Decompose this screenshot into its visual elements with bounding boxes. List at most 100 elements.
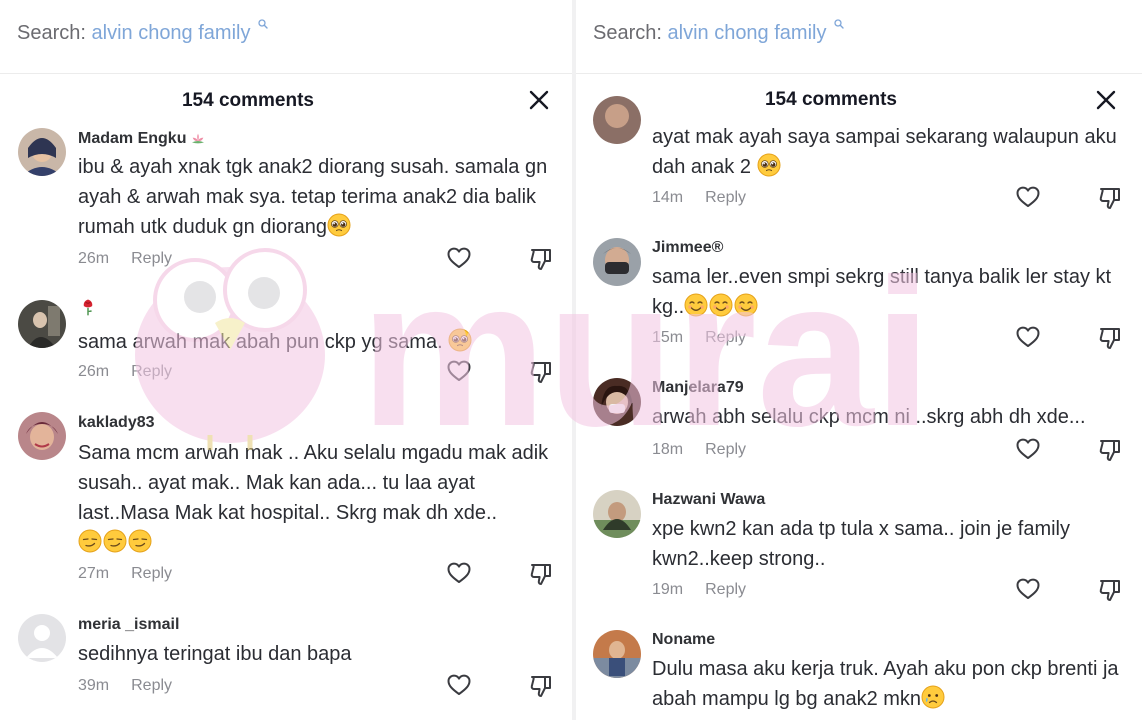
dislike-icon[interactable]	[528, 359, 554, 385]
pleading-face-emoji	[757, 153, 781, 177]
username[interactable]: meria _ismail	[78, 616, 179, 634]
comment-item: Jimmee® sama ler..even smpi sekrg still …	[576, 236, 1142, 356]
reply-button[interactable]: Reply	[131, 565, 172, 582]
pleading-face-emoji	[448, 328, 472, 352]
pleading-face-emoji	[327, 213, 351, 237]
comments-count-title: 154 comments	[181, 90, 314, 111]
username[interactable]: kaklady83	[78, 414, 155, 432]
avatar[interactable]	[593, 238, 641, 286]
reply-button[interactable]: Reply	[705, 329, 746, 346]
username[interactable]: Madam Engku	[78, 130, 209, 148]
avatar[interactable]	[593, 630, 641, 678]
reply-button[interactable]: Reply	[705, 189, 746, 206]
search-query[interactable]: alvin chong family	[668, 22, 827, 44]
comment-meta: 27m Reply	[78, 565, 172, 583]
comment-item: sama arwah mak abah pun ckp yg sama. 26m…	[0, 296, 572, 386]
comment-time: 26m	[78, 250, 110, 267]
dislike-icon[interactable]	[528, 561, 554, 587]
dislike-icon[interactable]	[1097, 437, 1123, 463]
comment-item: Noname Dulu masa aku kerja truk. Ayah ak…	[576, 628, 1142, 720]
heart-icon[interactable]	[1015, 184, 1041, 210]
dislike-icon[interactable]	[1097, 577, 1123, 603]
comment-text: ibu & ayah xnak tgk anak2 diorang susah.…	[78, 156, 548, 238]
rose-emoji	[83, 299, 93, 316]
heart-icon[interactable]	[446, 672, 472, 698]
comment-meta: 26m Reply	[78, 363, 172, 381]
heart-icon[interactable]	[446, 245, 472, 271]
comment-text: arwah abh selalu ckp mcm ni ..skrg abh d…	[652, 406, 1086, 428]
search-bar[interactable]: Search: alvin chong family	[576, 0, 1142, 74]
comment-item: Hazwani Wawa xpe kwn2 kan ada tp tula x …	[576, 488, 1142, 608]
smiling-face-emoji	[684, 293, 708, 317]
comment-time: 19m	[652, 581, 684, 598]
heart-icon[interactable]	[1015, 436, 1041, 462]
close-icon[interactable]	[1094, 88, 1118, 112]
comment-item: kaklady83 Sama mcm arwah mak .. Aku sela…	[0, 412, 572, 592]
comments-count-title: 154 comments	[764, 89, 897, 110]
comment-time: 27m	[78, 565, 110, 582]
comment-meta: 18m Reply	[652, 441, 746, 459]
heart-icon[interactable]	[1015, 576, 1041, 602]
comment-time: 39m	[78, 677, 110, 694]
comments-header: 154 comments	[0, 76, 572, 124]
search-bar[interactable]: Search: alvin chong family	[0, 0, 572, 74]
smirking-face-emoji	[78, 529, 102, 553]
comment-time: 26m	[78, 363, 110, 380]
right-comments-panel: Search: alvin chong family 154 comments …	[576, 0, 1142, 720]
search-suggestion[interactable]: Search: alvin chong family	[593, 19, 844, 45]
comment-text: sedihnya teringat ibu dan bapa	[78, 643, 352, 665]
username[interactable]: Hazwani Wawa	[652, 491, 765, 509]
reply-button[interactable]: Reply	[705, 581, 746, 598]
comment-text: xpe kwn2 kan ada tp tula x sama.. join j…	[652, 518, 1070, 570]
avatar[interactable]	[18, 412, 66, 460]
comment-time: 15m	[652, 329, 684, 346]
avatar[interactable]	[18, 300, 66, 348]
dislike-icon[interactable]	[1097, 325, 1123, 351]
comment-item: Madam Engku ibu & ayah xnak tgk anak2 di…	[0, 128, 572, 273]
dislike-icon[interactable]	[528, 246, 554, 272]
search-suggestion[interactable]: Search: alvin chong family	[17, 19, 268, 45]
reply-button[interactable]: Reply	[131, 677, 172, 694]
dislike-icon[interactable]	[1097, 185, 1123, 211]
comment-item: meria _ismail sedihnya teringat ibu dan …	[0, 614, 572, 704]
comment-time: 14m	[652, 189, 684, 206]
avatar[interactable]	[593, 490, 641, 538]
smiling-face-emoji	[734, 293, 758, 317]
comment-text: sama ler..even smpi sekrg still tanya ba…	[652, 266, 1112, 318]
search-label: Search:	[17, 22, 86, 44]
reply-button[interactable]: Reply	[705, 441, 746, 458]
comment-meta: 14m Reply	[652, 189, 746, 207]
reply-button[interactable]: Reply	[131, 250, 172, 267]
username[interactable]	[78, 296, 99, 319]
comment-time: 18m	[652, 441, 684, 458]
username[interactable]: Jimmee®	[652, 239, 723, 257]
smiling-face-emoji	[709, 293, 733, 317]
username[interactable]: Manjelara79	[652, 379, 744, 397]
close-icon[interactable]	[527, 88, 551, 112]
smirking-face-emoji	[103, 529, 127, 553]
comment-meta: 15m Reply	[652, 329, 746, 347]
dislike-icon[interactable]	[528, 673, 554, 699]
comment-item: Manjelara79 arwah abh selalu ckp mcm ni …	[576, 376, 1142, 466]
avatar[interactable]	[593, 378, 641, 426]
comment-item: ayat mak ayah saya sampai sekarang walau…	[576, 96, 1142, 216]
smirking-face-emoji	[128, 529, 152, 553]
search-label: Search:	[593, 22, 662, 44]
heart-icon[interactable]	[1015, 324, 1041, 350]
avatar[interactable]	[593, 96, 641, 144]
comment-meta: 26m Reply	[78, 250, 172, 268]
comment-meta: 19m Reply	[652, 581, 746, 599]
sad-face-emoji	[921, 685, 945, 709]
search-icon[interactable]	[834, 19, 844, 29]
comment-meta: 39m Reply	[78, 677, 172, 695]
lotus-emoji	[192, 133, 205, 144]
search-icon[interactable]	[258, 19, 268, 29]
comment-text: sama arwah mak abah pun ckp yg sama.	[78, 327, 564, 357]
heart-icon[interactable]	[446, 560, 472, 586]
avatar[interactable]	[18, 128, 66, 176]
reply-button[interactable]: Reply	[131, 363, 172, 380]
avatar[interactable]	[18, 614, 66, 662]
username[interactable]: Noname	[652, 631, 715, 649]
heart-icon[interactable]	[446, 358, 472, 384]
search-query[interactable]: alvin chong family	[92, 22, 251, 44]
